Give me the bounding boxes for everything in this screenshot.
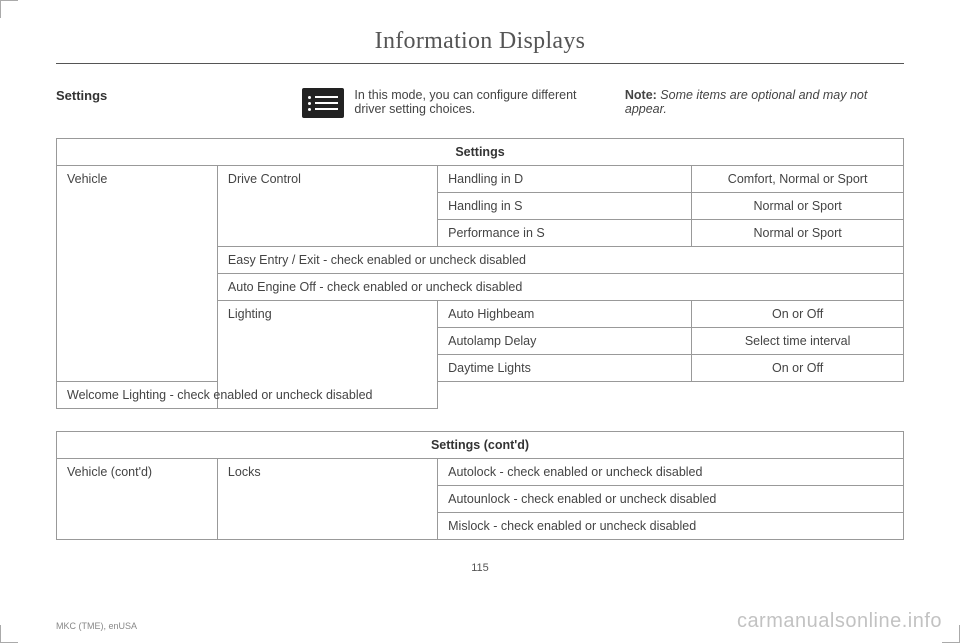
table-header: Settings [57, 139, 904, 166]
options-cell: On or Off [692, 301, 904, 328]
crop-mark [0, 625, 18, 643]
full-row-cell: Mislock - check enabled or uncheck disab… [438, 513, 904, 540]
param-cell: Performance in S [438, 220, 692, 247]
intro-row: Settings In this mode, you can configure… [56, 88, 904, 118]
full-row-cell: Welcome Lighting - check enabled or unch… [57, 382, 438, 409]
page-title: Information Displays [56, 28, 904, 63]
full-row-cell: Autounlock - check enabled or uncheck di… [438, 486, 904, 513]
table-header: Settings (cont'd) [57, 432, 904, 459]
full-row-cell: Easy Entry / Exit - check enabled or unc… [217, 247, 903, 274]
page-number: 115 [56, 562, 904, 574]
options-cell: Normal or Sport [692, 193, 904, 220]
param-cell: Autolamp Delay [438, 328, 692, 355]
options-cell: Comfort, Normal or Sport [692, 166, 904, 193]
watermark: carmanualsonline.info [737, 610, 942, 633]
param-cell: Handling in D [438, 166, 692, 193]
section-heading: Settings [56, 88, 107, 103]
category-cell: Vehicle (cont'd) [57, 459, 218, 540]
options-cell: On or Off [692, 355, 904, 382]
note-text: Some items are optional and may not appe… [625, 88, 867, 116]
settings-list-icon [302, 88, 344, 118]
crop-mark [942, 625, 960, 643]
intro-note-col: Note: Some items are optional and may no… [625, 88, 904, 118]
param-cell: Daytime Lights [438, 355, 692, 382]
settings-table: Settings Vehicle Drive Control Handling … [56, 138, 904, 409]
intro-description: In this mode, you can configure differen… [354, 88, 607, 116]
footer-model-code: MKC (TME), enUSA [56, 621, 137, 631]
note-label: Note: [625, 88, 657, 102]
intro-description-col: In this mode, you can configure differen… [302, 88, 607, 118]
intro-heading-col: Settings [56, 88, 284, 118]
param-cell: Auto Highbeam [438, 301, 692, 328]
title-divider [56, 63, 904, 64]
param-cell: Handling in S [438, 193, 692, 220]
category-cell: Vehicle [57, 166, 218, 382]
options-cell: Select time interval [692, 328, 904, 355]
options-cell: Normal or Sport [692, 220, 904, 247]
subcategory-cell: Locks [217, 459, 437, 540]
subcategory-cell: Drive Control [217, 166, 437, 247]
full-row-cell: Autolock - check enabled or uncheck disa… [438, 459, 904, 486]
crop-mark [0, 0, 18, 18]
full-row-cell: Auto Engine Off - check enabled or unche… [217, 274, 903, 301]
settings-contd-table: Settings (cont'd) Vehicle (cont'd) Locks… [56, 431, 904, 540]
